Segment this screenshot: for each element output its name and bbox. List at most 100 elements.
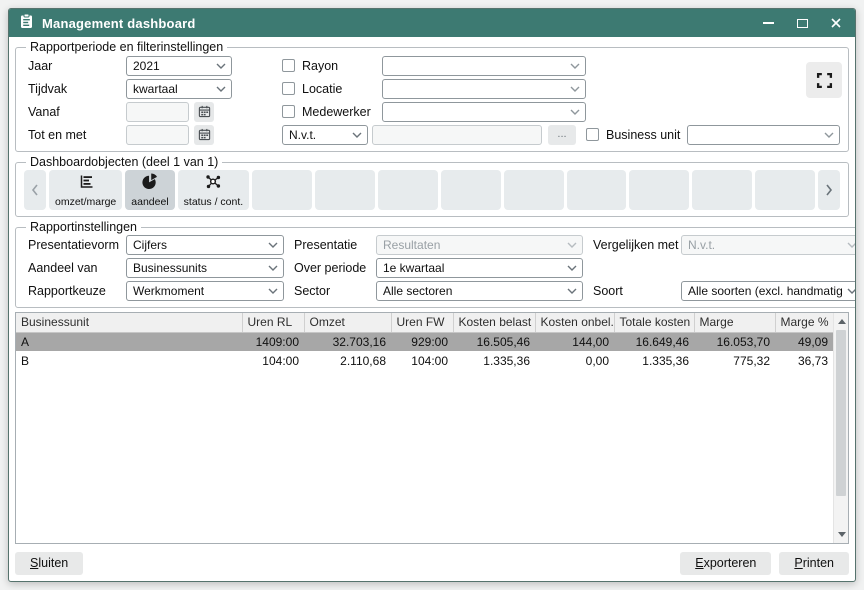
dashboard-tab-omzet-marge[interactable]: omzet/marge: [49, 170, 122, 210]
presentatie-label: Presentatie: [284, 238, 376, 252]
tot-en-met-date-input: [126, 125, 189, 145]
business-unit-checkbox[interactable]: [586, 128, 599, 141]
bar-chart-icon: [77, 173, 95, 195]
filter-value-input: [372, 125, 542, 145]
rayon-checkbox[interactable]: [282, 59, 295, 72]
toolbar-slot-empty: [755, 170, 815, 210]
soort-label: Soort: [583, 284, 681, 298]
column-header-marge[interactable]: Marge: [694, 313, 775, 332]
jaar-label: Jaar: [24, 59, 126, 73]
business-unit-select[interactable]: [687, 125, 840, 145]
tijdvak-label: Tijdvak: [24, 82, 126, 96]
business-unit-label: Business unit: [606, 128, 680, 142]
maximize-button[interactable]: [795, 16, 809, 30]
column-header-marge-pct[interactable]: Marge %: [775, 313, 833, 332]
scrollbar-thumb[interactable]: [836, 330, 846, 496]
scroll-right-button[interactable]: [818, 170, 840, 210]
table-cell: 1.335,36: [453, 351, 535, 370]
titlebar[interactable]: Management dashboard: [9, 9, 855, 37]
scroll-left-button[interactable]: [24, 170, 46, 210]
vanaf-calendar-button[interactable]: [194, 102, 214, 122]
table-cell: 929:00: [391, 332, 453, 351]
table-header-row: Businessunit Uren RL Omzet Uren FW Koste…: [16, 313, 833, 332]
tijdvak-select[interactable]: kwartaal: [126, 79, 232, 99]
rayon-label: Rayon: [302, 59, 338, 73]
report-settings-legend: Rapportinstellingen: [26, 220, 141, 234]
close-button[interactable]: Sluiten: [15, 552, 83, 575]
table-cell: 32.703,16: [304, 332, 391, 351]
table-cell: 49,09: [775, 332, 833, 351]
tot-en-met-label: Tot en met: [24, 128, 126, 142]
medewerker-select[interactable]: [382, 102, 586, 122]
scroll-up-arrow-icon[interactable]: [834, 314, 849, 329]
scroll-down-arrow-icon[interactable]: [834, 527, 849, 542]
soort-select[interactable]: Alle soorten (excl. handmatig: [681, 281, 856, 301]
table-cell: 144,00: [535, 332, 614, 351]
column-header-kosten-onbel[interactable]: Kosten onbel.: [535, 313, 614, 332]
minimize-button[interactable]: [761, 16, 775, 30]
toolbar-slot-empty: [567, 170, 627, 210]
toolbar-slot-empty: [252, 170, 312, 210]
report-icon: [19, 13, 34, 34]
dialog-content: Rapportperiode en filterinstellingen Jaa…: [9, 37, 855, 581]
desktop-background: Management dashboard Rapportperiode en f…: [0, 0, 864, 590]
vertical-scrollbar[interactable]: [833, 313, 848, 543]
results-table-container: Businessunit Uren RL Omzet Uren FW Koste…: [15, 312, 849, 544]
locatie-checkbox[interactable]: [282, 82, 295, 95]
nvt-filter-select[interactable]: N.v.t.: [282, 125, 368, 145]
medewerker-checkbox[interactable]: [282, 105, 295, 118]
rayon-select[interactable]: [382, 56, 586, 76]
vergelijken-met-label: Vergelijken met: [583, 238, 681, 252]
footer-bar: Sluiten Exporteren Printen: [15, 552, 849, 575]
table-cell: 36,73: [775, 351, 833, 370]
print-button[interactable]: Printen: [779, 552, 849, 575]
table-row-b[interactable]: B 104:00 2.110,68 104:00 1.335,36 0,00 1…: [16, 351, 833, 370]
locatie-label: Locatie: [302, 82, 342, 96]
dashboard-objects-toolbar: omzet/marge aandeel status / cont.: [24, 170, 840, 210]
export-button[interactable]: Exporteren: [680, 552, 771, 575]
presentatievorm-select[interactable]: Cijfers: [126, 235, 284, 255]
toolbar-slot-empty: [504, 170, 564, 210]
over-periode-label: Over periode: [284, 261, 376, 275]
close-icon[interactable]: [829, 16, 843, 30]
report-settings-fieldset: Rapportinstellingen Presentatievorm Cijf…: [15, 220, 856, 308]
toolbar-slot-empty: [692, 170, 752, 210]
rapportkeuze-select[interactable]: Werkmoment: [126, 281, 284, 301]
dashboard-tab-aandeel[interactable]: aandeel: [125, 170, 174, 210]
vanaf-label: Vanaf: [24, 105, 126, 119]
aandeel-van-label: Aandeel van: [24, 261, 126, 275]
table-cell: 1409:00: [242, 332, 304, 351]
dashboard-objects-legend: Dashboardobjecten (deel 1 van 1): [26, 155, 222, 169]
table-row-a[interactable]: A 1409:00 32.703,16 929:00 16.505,46 144…: [16, 332, 833, 351]
presentatievorm-label: Presentatievorm: [24, 238, 126, 252]
locatie-select[interactable]: [382, 79, 586, 99]
results-table: Businessunit Uren RL Omzet Uren FW Koste…: [16, 313, 833, 370]
table-cell: B: [16, 351, 242, 370]
table-cell: 775,32: [694, 351, 775, 370]
sector-select[interactable]: Alle sectoren: [376, 281, 583, 301]
column-header-uren-rl[interactable]: Uren RL: [242, 313, 304, 332]
column-header-omzet[interactable]: Omzet: [304, 313, 391, 332]
sector-label: Sector: [284, 284, 376, 298]
tot-en-met-calendar-button[interactable]: [194, 125, 214, 145]
jaar-select[interactable]: 2021: [126, 56, 232, 76]
table-cell: A: [16, 332, 242, 351]
fullscreen-button[interactable]: [806, 62, 842, 98]
table-cell: 104:00: [391, 351, 453, 370]
rapportkeuze-label: Rapportkeuze: [24, 284, 126, 298]
aandeel-van-select[interactable]: Businessunits: [126, 258, 284, 278]
dashboard-tab-status-cont[interactable]: status / cont.: [178, 170, 250, 210]
browse-button[interactable]: ...: [548, 125, 576, 145]
management-dashboard-window: Management dashboard Rapportperiode en f…: [8, 8, 856, 582]
over-periode-select[interactable]: 1e kwartaal: [376, 258, 583, 278]
column-header-kosten-belast[interactable]: Kosten belast: [453, 313, 535, 332]
column-header-uren-fw[interactable]: Uren FW: [391, 313, 453, 332]
column-header-businessunit[interactable]: Businessunit: [16, 313, 242, 332]
table-cell: 16.505,46: [453, 332, 535, 351]
table-cell: 2.110,68: [304, 351, 391, 370]
window-title: Management dashboard: [42, 16, 753, 31]
column-header-totale-kosten[interactable]: Totale kosten: [614, 313, 694, 332]
network-icon: [204, 173, 222, 195]
medewerker-check-wrap: Medewerker: [282, 105, 382, 119]
vergelijken-met-select: N.v.t.: [681, 235, 856, 255]
